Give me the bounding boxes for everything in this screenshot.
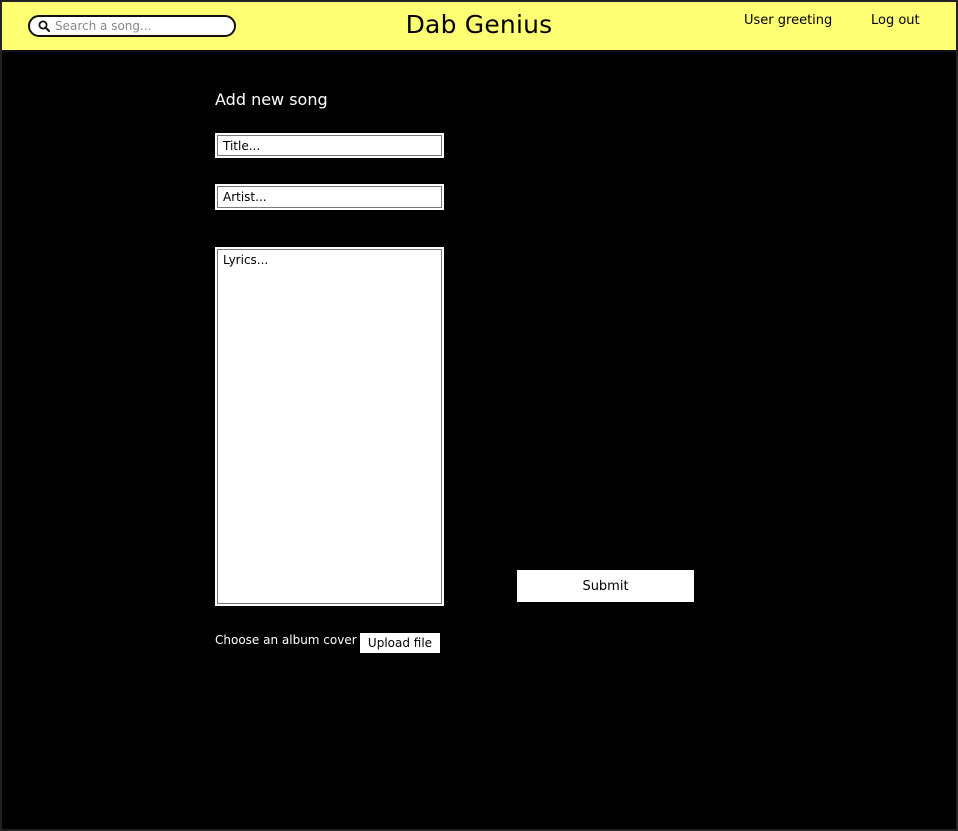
title-field[interactable] [215,133,444,158]
upload-file-button[interactable]: Upload file [360,633,440,653]
lyrics-field[interactable] [215,247,444,606]
album-cover-label: Choose an album cover [215,633,357,647]
artist-field[interactable] [215,184,444,210]
user-greeting: User greeting [744,13,833,28]
top-bar: Dab Genius User greeting Log out [2,2,956,52]
page-title: Add new song [215,90,328,109]
app-window: Dab Genius User greeting Log out Add new… [0,0,958,831]
logout-link[interactable]: Log out [871,13,920,28]
submit-button[interactable]: Submit [517,570,694,602]
